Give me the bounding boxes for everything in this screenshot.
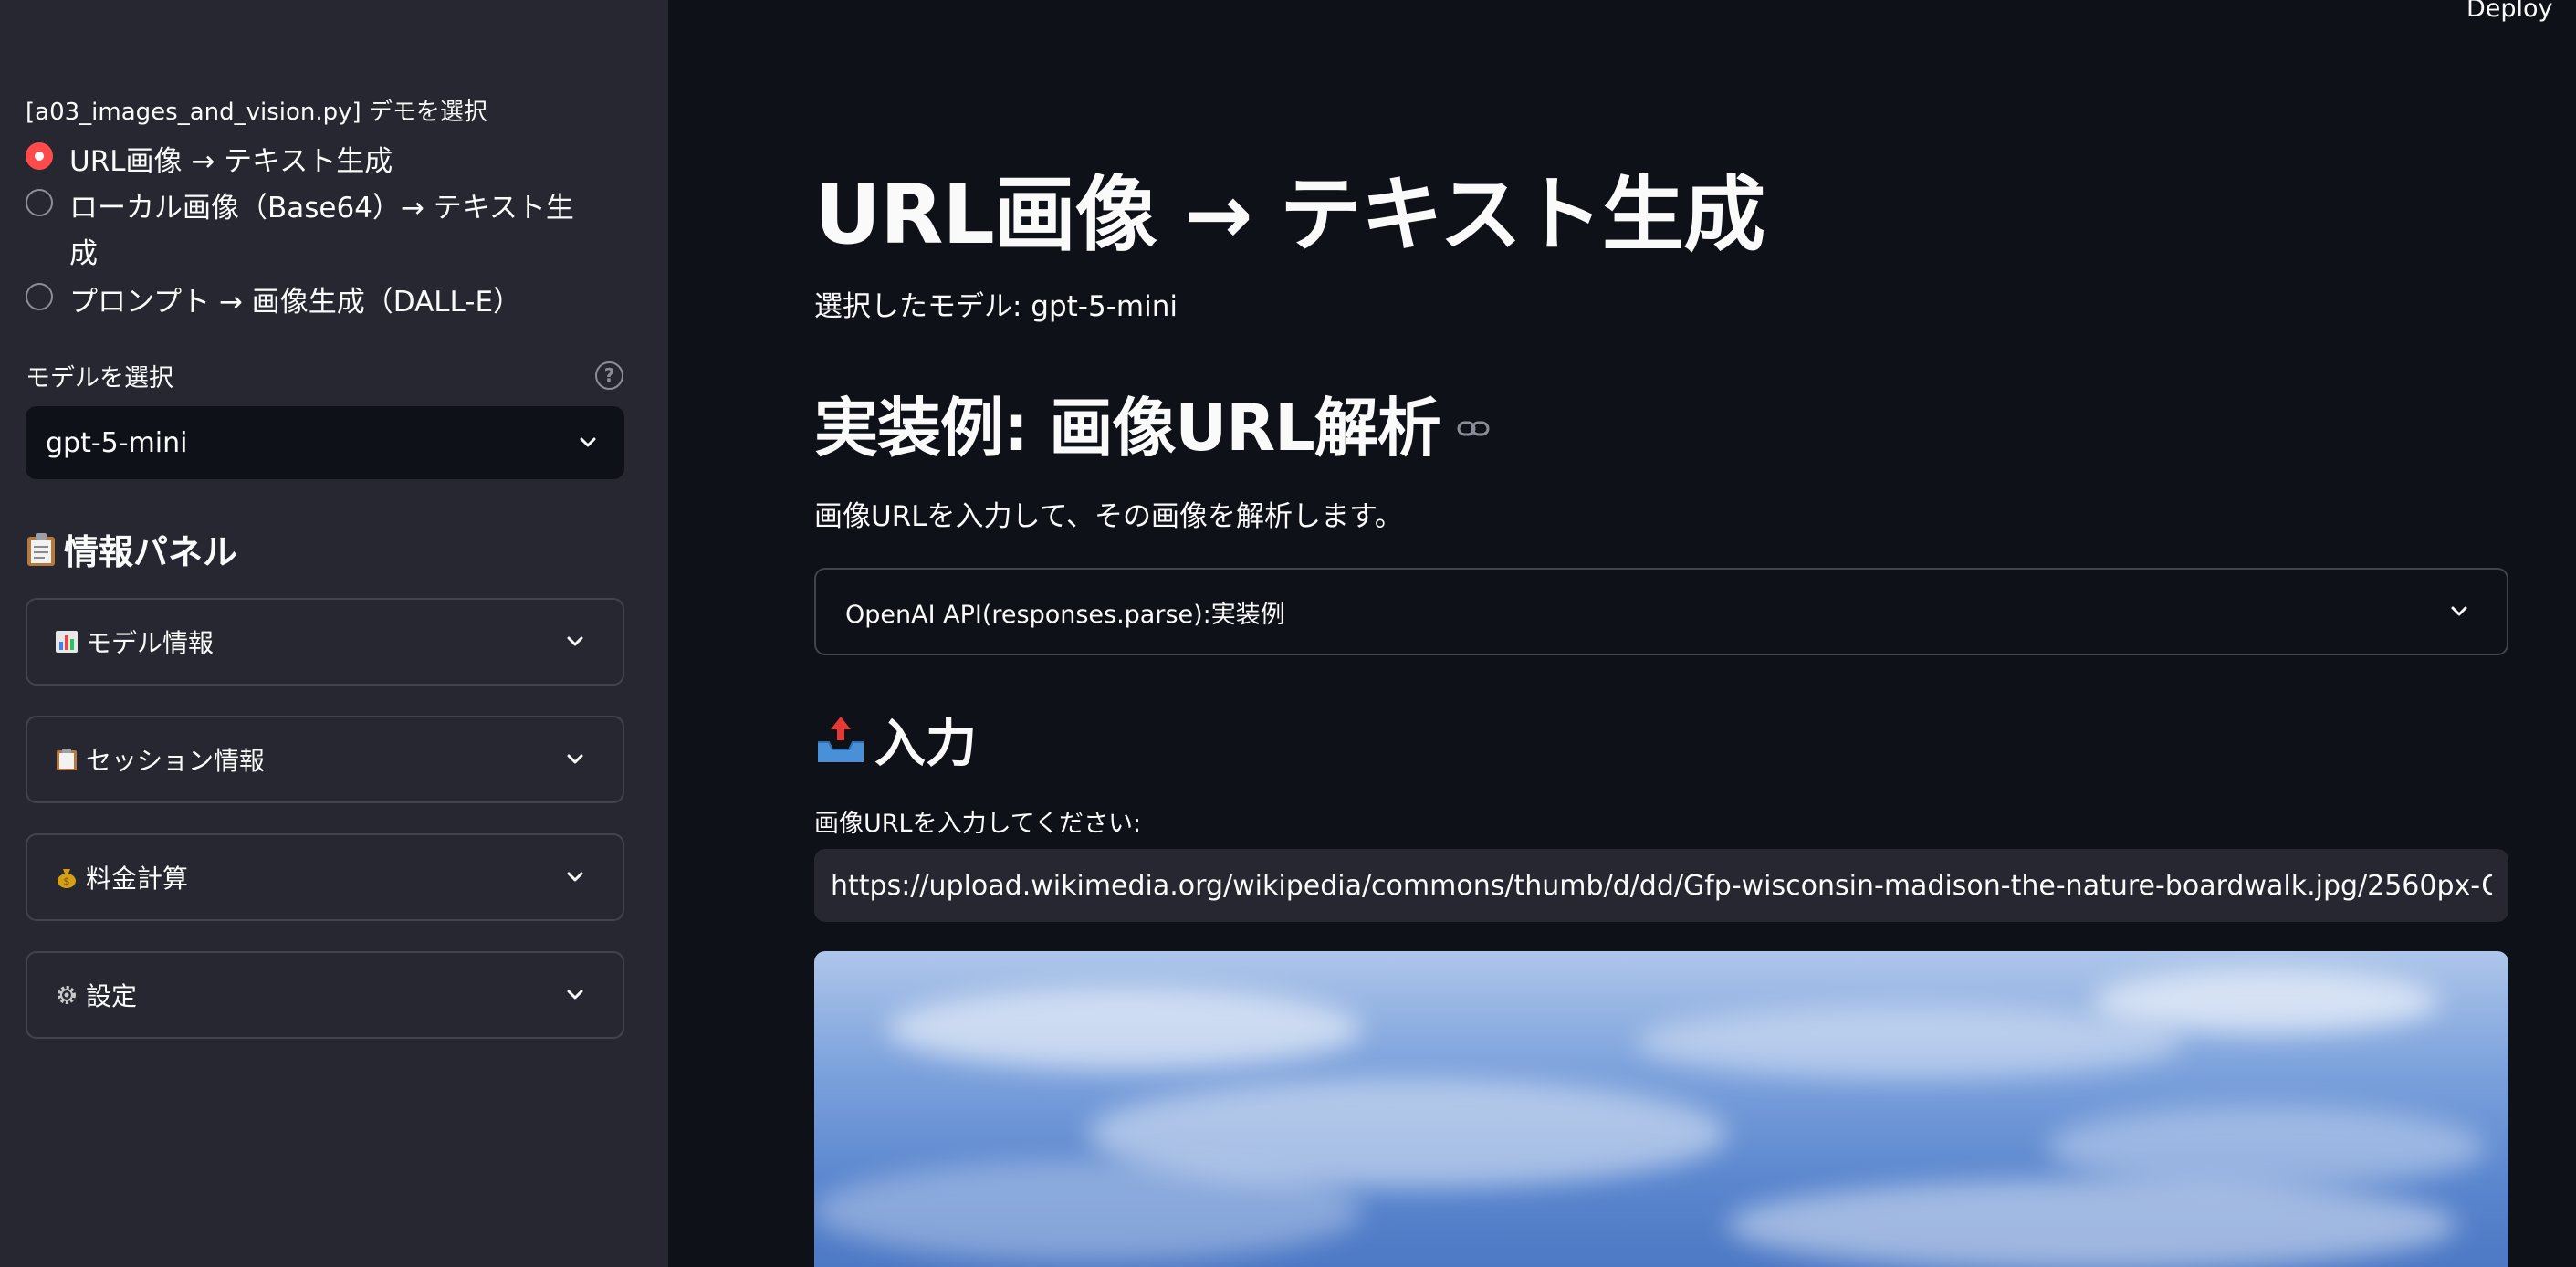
page-title: URL画像 → テキスト生成 [814, 167, 1765, 263]
svg-text:$: $ [64, 875, 70, 887]
radio-label: ローカル画像（Base64）→ テキスト生成 [69, 192, 574, 270]
expander-label: モデル情報 [86, 628, 215, 658]
expander-code-example[interactable]: OpenAI API(responses.parse):実装例 [814, 568, 2508, 655]
chevron-down-icon [567, 754, 583, 764]
demo-select-label: [a03_images_and_vision.py] デモを選択 [26, 99, 487, 126]
expander-session-info[interactable]: セッション情報 [26, 716, 624, 803]
help-icon[interactable]: ? [595, 361, 623, 390]
radio-local-image[interactable]: ローカル画像（Base64）→ テキスト生成 [26, 185, 581, 277]
info-panel-title: 情報パネル [26, 524, 237, 574]
input-section-title-text: 入力 [874, 715, 977, 774]
app: [a03_images_and_vision.py] デモを選択 URL画像 →… [0, 0, 2576, 1267]
radio-url-image[interactable]: URL画像 → テキスト生成 [26, 139, 581, 184]
radio-label: URL画像 → テキスト生成 [69, 145, 393, 178]
image-url-input[interactable] [814, 849, 2508, 922]
radio-dot-selected[interactable] [26, 142, 53, 170]
outbox-tray-icon [818, 716, 864, 762]
preview-image [814, 951, 2508, 1267]
model-select[interactable]: gpt-5-mini [26, 406, 624, 479]
input-section-title: 入力 [814, 703, 977, 777]
chevron-down-icon [567, 636, 583, 646]
section-title: 実装例: 画像URL解析 [814, 377, 1490, 469]
money-bag-icon: $ [58, 869, 76, 888]
model-select-label: モデルを選択 [26, 364, 173, 393]
radio-image-generation[interactable]: プロンプト → 画像生成（DALL-E） [26, 279, 581, 325]
expander-label: 設定 [86, 981, 138, 1011]
radio-label: プロンプト → 画像生成（DALL-E） [69, 286, 522, 319]
chevron-down-icon [2451, 606, 2467, 616]
bar-chart-icon [56, 631, 78, 653]
sidebar: [a03_images_and_vision.py] デモを選択 URL画像 →… [0, 0, 668, 1267]
chevron-down-icon [580, 437, 596, 447]
section-description: 画像URLを入力して、その画像を解析します。 [814, 500, 1403, 533]
radio-dot[interactable] [26, 189, 53, 216]
radio-dot[interactable] [26, 283, 53, 310]
expander-cost-calculation[interactable]: $ 料金計算 [26, 833, 624, 921]
gear-icon [58, 986, 76, 1004]
chevron-down-icon [567, 872, 583, 882]
expander-settings[interactable]: 設定 [26, 951, 624, 1039]
chevron-down-icon [567, 990, 583, 1000]
link-icon[interactable] [1457, 419, 1490, 439]
expander-label: セッション情報 [86, 746, 266, 776]
expander-model-info[interactable]: モデル情報 [26, 598, 624, 686]
expander-label: OpenAI API(responses.parse):実装例 [845, 600, 1285, 629]
info-panel-title-text: 情報パネル [64, 532, 238, 572]
clipboard-icon [27, 532, 55, 566]
expander-label: 料金計算 [86, 864, 189, 894]
deploy-button[interactable]: Deploy [2466, 0, 2553, 23]
model-select-value: gpt-5-mini [46, 426, 188, 459]
url-input-label: 画像URLを入力してください: [814, 810, 1142, 838]
selected-model-text: 選択したモデル: gpt-5-mini [814, 290, 1178, 323]
section-title-text: 実装例: 画像URL解析 [814, 391, 1441, 466]
clipboard-icon [57, 749, 77, 770]
